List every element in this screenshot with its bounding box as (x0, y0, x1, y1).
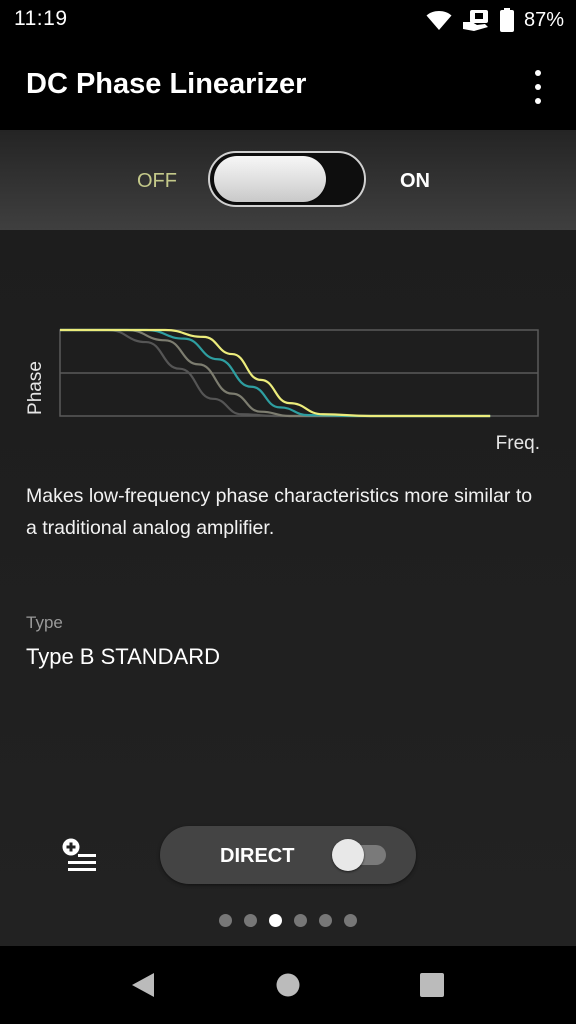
chart-xlabel: Freq. (496, 433, 540, 454)
main-power-switch[interactable] (208, 151, 366, 207)
menu-dot (535, 84, 541, 90)
screen: 11:19 87% DC Phase Linearizer OFF ON Pha… (0, 0, 576, 1024)
main-switch-thumb[interactable] (214, 156, 326, 202)
status-bar: 11:19 87% (0, 0, 576, 44)
app-bar: DC Phase Linearizer (0, 44, 576, 130)
page-dot[interactable] (344, 914, 357, 927)
battery-icon (499, 8, 514, 32)
direct-toggle[interactable]: DIRECT (160, 826, 416, 884)
notification-icon (462, 10, 488, 31)
battery-percent: 87% (523, 8, 564, 31)
type-label: Type (26, 613, 63, 632)
home-icon[interactable] (276, 973, 300, 997)
page-indicator (0, 914, 576, 928)
chart-ylabel: Phase (25, 361, 46, 415)
effect-description: Makes low-frequency phase characteristic… (26, 485, 533, 539)
direct-switch-thumb[interactable] (332, 839, 364, 871)
app-title: DC Phase Linearizer (26, 68, 307, 100)
off-label: OFF (137, 170, 177, 192)
status-icons: 87% (426, 6, 564, 34)
page-dot[interactable] (294, 914, 307, 927)
type-value[interactable]: Type B STANDARD (26, 644, 220, 670)
nav-bar (0, 946, 576, 1024)
recents-icon[interactable] (420, 973, 444, 997)
status-time: 11:19 (14, 7, 68, 30)
on-label: ON (400, 170, 430, 192)
content-area: Phase Freq. Makes low-frequency phase ch… (0, 230, 576, 946)
chart-grid (59, 329, 539, 417)
menu-dot (535, 70, 541, 76)
wifi-icon (426, 11, 452, 30)
phase-chart-svg: Phase Freq. (25, 328, 540, 454)
phase-chart: Phase Freq. (0, 230, 576, 470)
page-dot[interactable] (244, 914, 257, 927)
page-dot[interactable] (219, 914, 232, 927)
page-dot-active[interactable] (269, 914, 282, 927)
main-toggle-section: OFF ON (0, 130, 576, 230)
more-vert-icon[interactable] (526, 70, 550, 104)
menu-dot (535, 98, 541, 104)
playlist-add-icon[interactable] (62, 838, 100, 872)
page-dot[interactable] (319, 914, 332, 927)
back-icon[interactable] (130, 971, 156, 999)
direct-label: DIRECT (220, 845, 295, 867)
